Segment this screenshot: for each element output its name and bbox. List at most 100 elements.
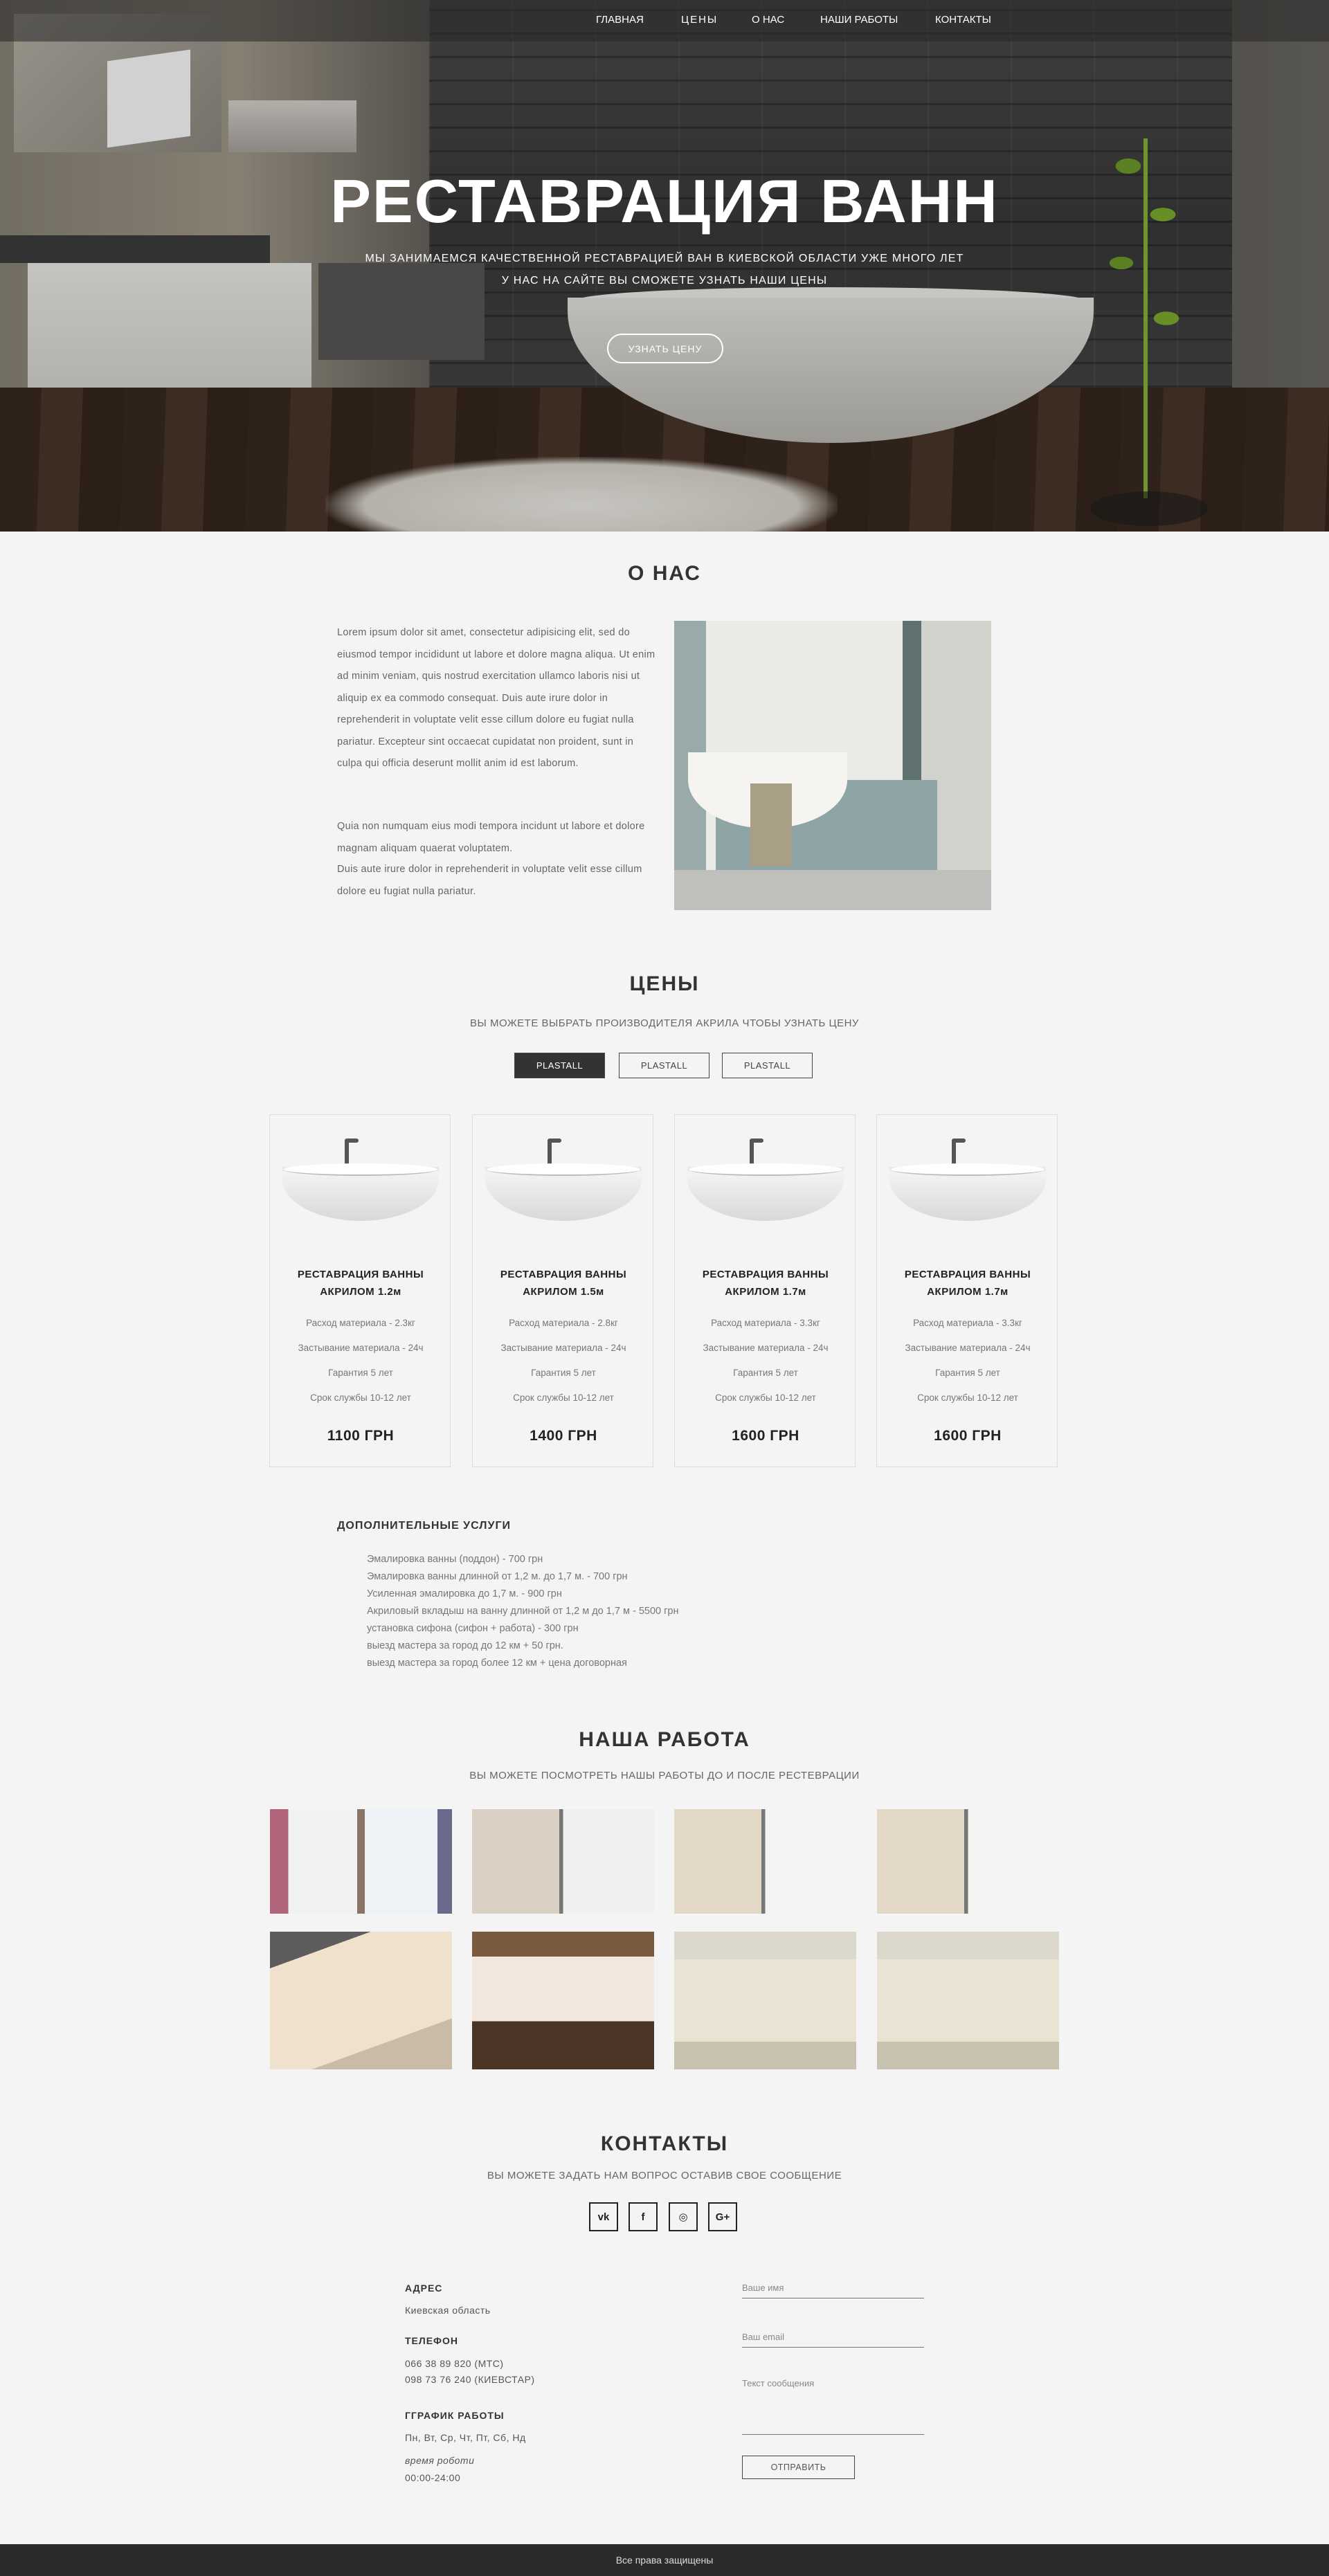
price-card-title: РЕСТАВРАЦИЯ ВАННЫ АКРИЛОМ 1.2м [270,1266,451,1300]
vk-icon[interactable]: vk [589,2202,618,2231]
price-value: 1600 ГРН [732,1428,799,1444]
about-title: О НАС [628,562,701,585]
bathtub-image [687,1136,844,1221]
contacts-subtitle: ВЫ МОЖЕТЕ ЗАДАТЬ НАМ ВОПРОС ОСТАВИВ СВОЕ… [487,2170,842,2182]
price-value: 1100 ГРН [327,1428,395,1444]
price-card: РЕСТАВРАЦИЯ ВАННЫ АКРИЛОМ 1.7м Расход мат… [674,1114,856,1467]
price-card-title-line-1: РЕСТАВРАЦИЯ ВАННЫ [904,1269,1031,1280]
work-photo-before-after[interactable] [877,1809,1059,1914]
hero-section: ГЛАВНАЯ ЦЕНЫ О НАС НАШИ РАБОТЫ КОНТАКТЫ … [0,0,1329,532]
work-hours: 00:00-24:00 [405,2472,461,2483]
price-card-title: РЕСТАВРАЦИЯ ВАННЫ АКРИЛОМ 1.7м [877,1266,1058,1300]
spec-cure: Застывание материала - 24ч [500,1343,626,1353]
price-card-title: РЕСТАВРАЦИЯ ВАННЫ АКРИЛОМ 1.7м [675,1266,856,1300]
price-card-title-line-2: АКРИЛОМ 1.7м [927,1286,1009,1298]
price-card: РЕСТАВРАЦИЯ ВАННЫ АКРИЛОМ 1.5м Расход мат… [472,1114,653,1467]
phone-2[interactable]: 098 73 76 240 (КИЕВСТАР) [405,2374,535,2385]
price-card: РЕСТАВРАЦИЯ ВАННЫ АКРИЛОМ 1.7м Расход мат… [876,1114,1058,1467]
spec-usage: Расход материала - 2.8кг [509,1318,618,1328]
spec-cure: Застывание материала - 24ч [298,1343,424,1353]
spec-usage: Расход материала - 3.3кг [913,1318,1022,1328]
hero-subtitle-line-2: У НАС НА САЙТЕ ВЫ СМОЖЕТЕ УЗНАТЬ НАШИ ЦЕ… [501,275,828,287]
name-field-placeholder: Ваше имя [742,2283,784,2293]
spec-warranty: Гарантия 5 лет [328,1368,393,1378]
nav-item-contacts[interactable]: КОНТАКТЫ [935,14,991,26]
prices-title: ЦЕНЫ [629,972,700,995]
about-paragraph-3: Duis aute irure dolor in reprehenderit i… [337,864,642,897]
work-photo-process[interactable] [674,1932,856,2069]
facebook-icon[interactable]: f [629,2202,658,2231]
work-photo-before-after[interactable] [674,1809,856,1914]
spec-warranty: Гарантия 5 лет [531,1368,596,1378]
extra-service-item: Усиленная эмалировка до 1,7 м. - 900 грн [367,1588,562,1599]
about-image-towel [750,783,792,867]
nav-item-home[interactable]: ГЛАВНАЯ [596,14,644,26]
spec-life: Срок службы 10-12 лет [715,1393,816,1403]
spec-usage: Расход материала - 3.3кг [711,1318,820,1328]
price-card-title-line-2: АКРИЛОМ 1.7м [725,1286,806,1298]
work-photo-process[interactable] [472,1932,654,2069]
extra-services-title: ДОПОЛНИТЕЛЬНЫЕ УСЛУГИ [337,1520,512,1532]
address-value: Киевская область [405,2305,491,2316]
work-photo-process[interactable] [877,1932,1059,2069]
filter-button-2[interactable]: PLASTALL [619,1053,709,1078]
email-field[interactable]: Ваш email [742,2330,924,2348]
price-card-title-line-1: РЕСТАВРАЦИЯ ВАННЫ [297,1269,424,1280]
name-field[interactable]: Ваше имя [742,2281,924,2298]
hero-title: РЕСТАВРАЦИЯ ВАНН [330,167,999,235]
google-plus-icon[interactable]: G+ [708,2202,737,2231]
copyright-text: Все права защищены [615,2555,714,2566]
nav-item-about[interactable]: О НАС [752,14,784,26]
about-image-floor [674,870,991,910]
extra-service-item: Эмалировка ванны (поддон) - 700 грн [367,1554,543,1565]
about-paragraph-2: Quia non numquam eius modi tempora incid… [337,821,645,854]
spec-life: Срок службы 10-12 лет [513,1393,614,1403]
price-value: 1600 ГРН [934,1428,1002,1444]
works-title: НАША РАБОТА [579,1728,750,1751]
work-time-label: время роботи [405,2455,475,2466]
extra-service-item: Акриловый вкладыш на ванну длинной от 1,… [367,1606,679,1617]
spec-cure: Застывание материала - 24ч [905,1343,1031,1353]
nav-item-prices[interactable]: ЦЕНЫ [681,14,718,26]
instagram-icon[interactable]: ◎ [669,2202,698,2231]
about-paragraph-1: Lorem ipsum dolor sit amet, consectetur … [337,627,656,769]
work-photo-before-after[interactable] [270,1809,452,1914]
bathtub-image [282,1136,439,1221]
nav-item-works[interactable]: НАШИ РАБОТЫ [820,14,898,26]
extra-service-item: Эмалировка ванны длинной от 1,2 м. до 1,… [367,1571,628,1582]
hero-overlay [0,0,1329,532]
schedule-label: ГГРАФИК РАБОТЫ [405,2410,505,2421]
spec-life: Срок службы 10-12 лет [310,1393,411,1403]
price-value: 1400 ГРН [530,1428,597,1444]
contacts-title: КОНТАКТЫ [600,2132,729,2155]
work-days: Пн, Вт, Ср, Чт, Пт, Сб, Нд [405,2432,526,2443]
spec-life: Срок службы 10-12 лет [917,1393,1018,1403]
spec-usage: Расход материала - 2.3кг [306,1318,415,1328]
bathtub-image [485,1136,642,1221]
find-price-button[interactable]: УЗНАТЬ ЦЕНУ [607,334,723,363]
footer: Все права защищены [0,2544,1329,2576]
extra-service-item: установка сифона (сифон + работа) - 300 … [367,1623,579,1634]
filter-button-1[interactable]: PLASTALL [514,1053,605,1078]
message-field-placeholder: Текст сообщения [742,2378,815,2388]
price-card-title: РЕСТАВРАЦИЯ ВАННЫ АКРИЛОМ 1.5м [473,1266,654,1300]
phone-1[interactable]: 066 38 89 820 (МТС) [405,2358,504,2369]
spec-warranty: Гарантия 5 лет [935,1368,1000,1378]
send-button[interactable]: ОТПРАВИТЬ [742,2456,855,2479]
work-photo-process[interactable] [270,1932,452,2069]
phone-label: ТЕЛЕФОН [405,2335,458,2346]
address-label: АДРЕС [405,2283,443,2294]
spec-cure: Застывание материала - 24ч [703,1343,829,1353]
works-subtitle: ВЫ МОЖЕТЕ ПОСМОТРЕТЬ НАШЫ РАБОТЫ ДО И ПО… [469,1770,860,1781]
price-card-title-line-1: РЕСТАВРАЦИЯ ВАННЫ [702,1269,829,1280]
price-card-title-line-2: АКРИЛОМ 1.5м [523,1286,604,1298]
work-photo-before-after[interactable] [472,1809,654,1914]
bathtub-image [889,1136,1046,1221]
message-field[interactable]: Текст сообщения [742,2377,924,2435]
filter-button-3[interactable]: PLASTALL [722,1053,813,1078]
hero-subtitle-line-1: МЫ ЗАНИМАЕМСЯ КАЧЕСТВЕННОЙ РЕСТАВРАЦИЕЙ … [365,253,964,264]
extra-service-item: выезд мастера за город более 12 км + цен… [367,1658,627,1669]
price-card-title-line-1: РЕСТАВРАЦИЯ ВАННЫ [500,1269,627,1280]
price-card-title-line-2: АКРИЛОМ 1.2м [320,1286,401,1298]
top-navbar [0,0,1329,42]
